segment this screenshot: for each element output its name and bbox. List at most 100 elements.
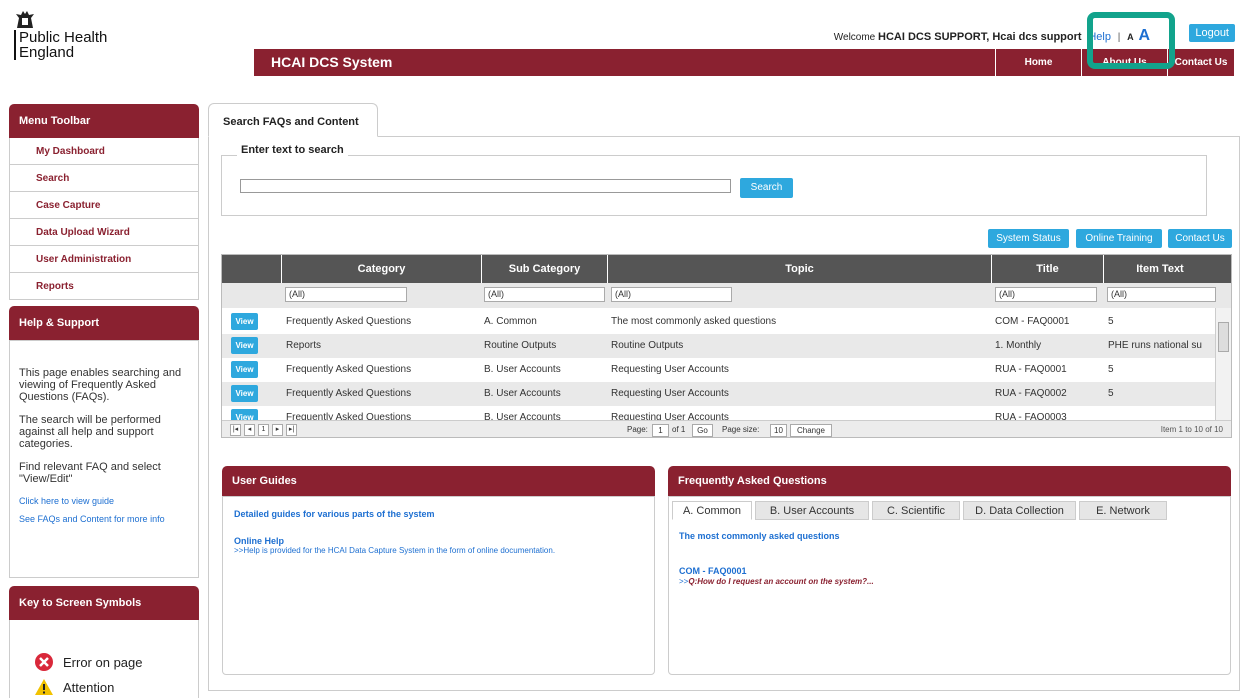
user-guides-title: User Guides [222, 466, 655, 496]
org-name-line2: England [19, 44, 75, 61]
page-size-label: Page size: [722, 425, 760, 434]
nav-home[interactable]: Home [995, 49, 1081, 76]
table-row[interactable]: View Reports Routine Outputs Routine Out… [222, 334, 1216, 358]
page-number-button[interactable]: 1 [258, 424, 269, 436]
cell-sub-category: A. Common [484, 316, 537, 327]
filter-title[interactable]: (All) [995, 287, 1097, 302]
menu-item-data-upload-wizard[interactable]: Data Upload Wizard [9, 219, 199, 246]
faq-heading-link[interactable]: The most commonly asked questions [679, 531, 840, 541]
go-button[interactable]: Go [692, 424, 713, 437]
user-guides-intro-link[interactable]: Detailed guides for various parts of the… [234, 509, 643, 519]
cell-topic: The most commonly asked questions [611, 316, 777, 327]
column-header-item-text[interactable]: Item Text [1103, 255, 1216, 283]
search-input[interactable] [240, 179, 731, 193]
faq-tab-scientific[interactable]: C. Scientific [872, 501, 960, 520]
first-page-icon[interactable]: |◂ [230, 424, 241, 436]
menu-item-user-administration[interactable]: User Administration [9, 246, 199, 273]
cell-topic: Routine Outputs [611, 340, 684, 351]
faq-tab-network[interactable]: E. Network [1079, 501, 1167, 520]
help-paragraph: This page enables searching and viewing … [19, 367, 182, 403]
faq-content-link[interactable]: See FAQs and Content for more info [19, 514, 188, 524]
faq-item-title-link[interactable]: COM - FAQ0001 [679, 566, 747, 576]
faq-grid: Category Sub Category Topic Title Item T… [221, 254, 1232, 438]
column-header-topic[interactable]: Topic [607, 255, 991, 283]
menu-item-search[interactable]: Search [9, 165, 199, 192]
help-paragraph: Find relevant FAQ and select "View/Edit" [19, 461, 161, 485]
grid-vertical-scrollbar[interactable] [1215, 308, 1231, 420]
faq-item-question-text: Q:How do I request an account on the sys… [688, 577, 874, 586]
view-guide-link[interactable]: Click here to view guide [19, 496, 188, 506]
system-title: HCAI DCS System [271, 54, 393, 70]
key-symbols-title: Key to Screen Symbols [9, 586, 199, 620]
cell-topic: Requesting User Accounts [611, 364, 729, 375]
cell-sub-category: B. User Accounts [484, 388, 561, 399]
page-label: Page: [627, 425, 648, 434]
cell-title: COM - FAQ0001 [995, 316, 1070, 327]
welcome-user-name: HCAI DCS SUPPORT, Hcai dcs support [878, 31, 1082, 43]
tab-divider [378, 136, 1240, 137]
menu-item-case-capture[interactable]: Case Capture [9, 192, 199, 219]
prev-page-icon[interactable]: ◂ [244, 424, 255, 436]
grid-pager: |◂ ◂ 1 ▸ ▸| Page: 1 of 1 Go Page size: 1… [222, 420, 1231, 437]
logout-button[interactable]: Logout [1189, 24, 1235, 42]
system-status-button[interactable]: System Status [988, 229, 1069, 248]
view-button[interactable]: View [231, 313, 258, 330]
table-row[interactable]: View Frequently Asked Questions A. Commo… [222, 310, 1216, 334]
cell-title: 1. Monthly [995, 340, 1042, 351]
last-page-icon[interactable]: ▸| [286, 424, 297, 436]
org-logo: Public Health England [14, 30, 107, 60]
cell-item-text: 5 [1108, 364, 1114, 375]
contact-us-button[interactable]: Contact Us [1168, 229, 1232, 248]
welcome-prefix: Welcome [833, 32, 876, 43]
faq-item-question[interactable]: >>Q:How do I request an account on the s… [679, 577, 874, 586]
cell-topic: Requesting User Accounts [611, 388, 729, 399]
key-row-attention: Attention [34, 678, 114, 698]
faq-item-prefix: >> [679, 577, 689, 586]
online-help-description[interactable]: >>Help is provided for the HCAI Data Cap… [234, 546, 643, 555]
nav-contact-us[interactable]: Contact Us [1167, 49, 1234, 76]
menu-toolbar-title: Menu Toolbar [9, 104, 199, 138]
page-input[interactable]: 1 [652, 424, 669, 437]
cell-item-text: 5 [1108, 388, 1114, 399]
view-button[interactable]: View [231, 361, 258, 378]
scrollbar-thumb[interactable] [1218, 322, 1229, 352]
filter-sub-category[interactable]: (All) [484, 287, 605, 302]
view-button[interactable]: View [231, 337, 258, 354]
faq-tab-user-accounts[interactable]: B. User Accounts [755, 501, 869, 520]
help-paragraph: The search will be performed against all… [19, 414, 161, 450]
filter-topic[interactable]: (All) [611, 287, 732, 302]
next-page-icon[interactable]: ▸ [272, 424, 283, 436]
column-header-title[interactable]: Title [991, 255, 1103, 283]
column-header-sub-category[interactable]: Sub Category [481, 255, 607, 283]
menu-item-reports[interactable]: Reports [9, 273, 199, 300]
warning-icon [34, 678, 54, 698]
page-size-input[interactable]: 10 [770, 424, 787, 437]
cell-item-text: PHE runs national su [1108, 340, 1202, 351]
org-name-line1: Public Health [19, 29, 108, 46]
cell-category: Frequently Asked Questions [286, 388, 412, 399]
view-button[interactable]: View [231, 385, 258, 402]
filter-category[interactable]: (All) [285, 287, 407, 302]
column-header-category[interactable]: Category [281, 255, 481, 283]
faq-panel-title: Frequently Asked Questions [668, 466, 1231, 496]
error-icon [34, 652, 54, 675]
table-row[interactable]: View Frequently Asked Questions B. User … [222, 358, 1216, 382]
tab-search-faqs[interactable]: Search FAQs and Content [208, 103, 378, 137]
grid-header: Category Sub Category Topic Title Item T… [222, 255, 1231, 283]
key-row-error: Error on page [34, 652, 143, 675]
filter-item-text[interactable]: (All) [1107, 287, 1216, 302]
faq-tab-common[interactable]: A. Common [672, 501, 752, 520]
help-support-body: This page enables searching and viewing … [9, 340, 199, 578]
cell-sub-category: B. User Accounts [484, 364, 561, 375]
highlight-box [1087, 12, 1175, 69]
help-support-title: Help & Support [9, 306, 199, 340]
table-row[interactable]: View Frequently Asked Questions B. User … [222, 382, 1216, 406]
search-button[interactable]: Search [740, 178, 793, 198]
change-button[interactable]: Change [790, 424, 832, 437]
cell-category: Frequently Asked Questions [286, 316, 412, 327]
online-training-button[interactable]: Online Training [1076, 229, 1162, 248]
cell-item-text: 5 [1108, 316, 1114, 327]
menu-item-my-dashboard[interactable]: My Dashboard [9, 138, 199, 165]
online-help-link[interactable]: Online Help [234, 536, 643, 546]
faq-tab-data-collection[interactable]: D. Data Collection [963, 501, 1076, 520]
